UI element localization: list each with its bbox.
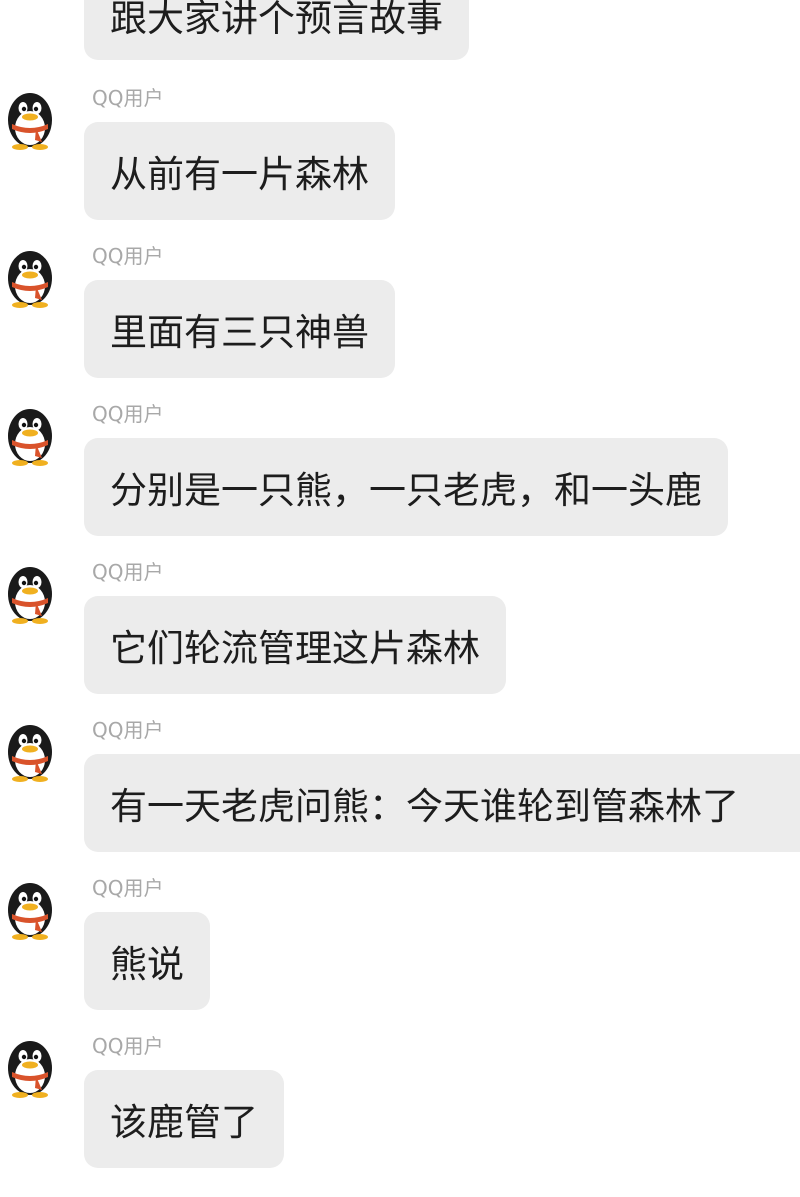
sender-name: QQ用户: [92, 402, 164, 426]
qq-penguin-icon[interactable]: [4, 718, 56, 782]
message-bubble[interactable]: 它们轮流管理这片森林: [84, 596, 506, 694]
chat-message: QQ用户 从前有一片森林: [0, 86, 800, 244]
qq-penguin-icon[interactable]: [4, 244, 56, 308]
message-bubble[interactable]: 从前有一片森林: [84, 122, 395, 220]
sender-name: QQ用户: [92, 244, 164, 268]
chat-message: QQ用户 熊说: [0, 876, 800, 1034]
sender-name: QQ用户: [92, 560, 164, 584]
sender-name: QQ用户: [92, 876, 164, 900]
qq-penguin-icon[interactable]: [4, 560, 56, 624]
message-bubble-partial[interactable]: 跟大家讲个预言故事: [84, 0, 469, 60]
message-bubble[interactable]: 该鹿管了: [84, 1070, 284, 1168]
message-bubble[interactable]: 有一天老虎问熊：今天谁轮到管森林了: [84, 754, 800, 852]
message-bubble[interactable]: 熊说: [84, 912, 210, 1010]
qq-penguin-icon[interactable]: [4, 1034, 56, 1098]
chat-message: QQ用户 分别是一只熊，一只老虎，和一头鹿: [0, 402, 800, 560]
chat-message: QQ用户 它们轮流管理这片森林: [0, 560, 800, 718]
chat-message: QQ用户 里面有三只神兽: [0, 244, 800, 402]
message-bubble[interactable]: 里面有三只神兽: [84, 280, 395, 378]
qq-penguin-icon[interactable]: [4, 876, 56, 940]
chat-window[interactable]: 跟大家讲个预言故事 QQ用户 从前有一片森林 QQ用户 里面有三只神兽 QQ用户…: [0, 0, 800, 1197]
sender-name: QQ用户: [92, 718, 164, 742]
chat-message: QQ用户 有一天老虎问熊：今天谁轮到管森林了: [0, 718, 800, 876]
message-bubble[interactable]: 分别是一只熊，一只老虎，和一头鹿: [84, 438, 728, 536]
qq-penguin-icon[interactable]: [4, 86, 56, 150]
chat-message: QQ用户 该鹿管了: [0, 1034, 800, 1192]
qq-penguin-icon[interactable]: [4, 402, 56, 466]
sender-name: QQ用户: [92, 86, 164, 110]
sender-name: QQ用户: [92, 1034, 164, 1058]
